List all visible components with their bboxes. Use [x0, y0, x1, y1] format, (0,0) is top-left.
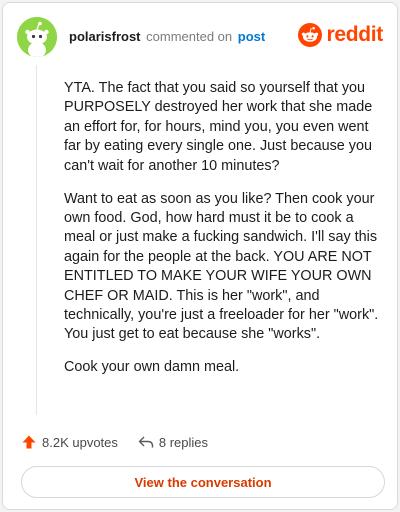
replies-button[interactable]: 8 replies	[138, 434, 208, 450]
comment-paragraph: Cook your own damn meal.	[64, 359, 240, 376]
upvote-count: 8.2K upvotes	[42, 434, 118, 450]
thread-line	[36, 65, 37, 415]
username-link[interactable]: polarisfrost	[69, 29, 141, 44]
reddit-logo-icon	[298, 23, 323, 47]
action-text: commented on	[146, 29, 233, 44]
upvote-button[interactable]: 8.2K upvotes	[21, 434, 118, 450]
upvote-arrow-icon	[22, 435, 36, 449]
comment-meta: polarisfrost commented on post	[69, 29, 265, 44]
comment-body: YTA. The fact that you said so yourself …	[64, 79, 384, 391]
comment-paragraph: Want to eat as soon as you like? Then co…	[64, 190, 379, 343]
reddit-logo: reddit	[298, 21, 383, 49]
snoo-avatar-icon[interactable]	[17, 17, 57, 57]
comment-actions: 8.2K upvotes 8 replies	[21, 433, 208, 451]
comment-card: polarisfrost commented on post reddit YT…	[2, 2, 398, 510]
comment-header: polarisfrost commented on post reddit	[17, 17, 383, 57]
reply-count: 8 replies	[158, 434, 209, 450]
view-conversation-button[interactable]: View the conversation	[21, 466, 385, 498]
post-link[interactable]: post	[238, 29, 265, 44]
reddit-wordmark: reddit	[326, 23, 383, 46]
comment-paragraph: YTA. The fact that you said so yourself …	[64, 80, 373, 174]
reply-arrow-icon	[138, 436, 154, 448]
